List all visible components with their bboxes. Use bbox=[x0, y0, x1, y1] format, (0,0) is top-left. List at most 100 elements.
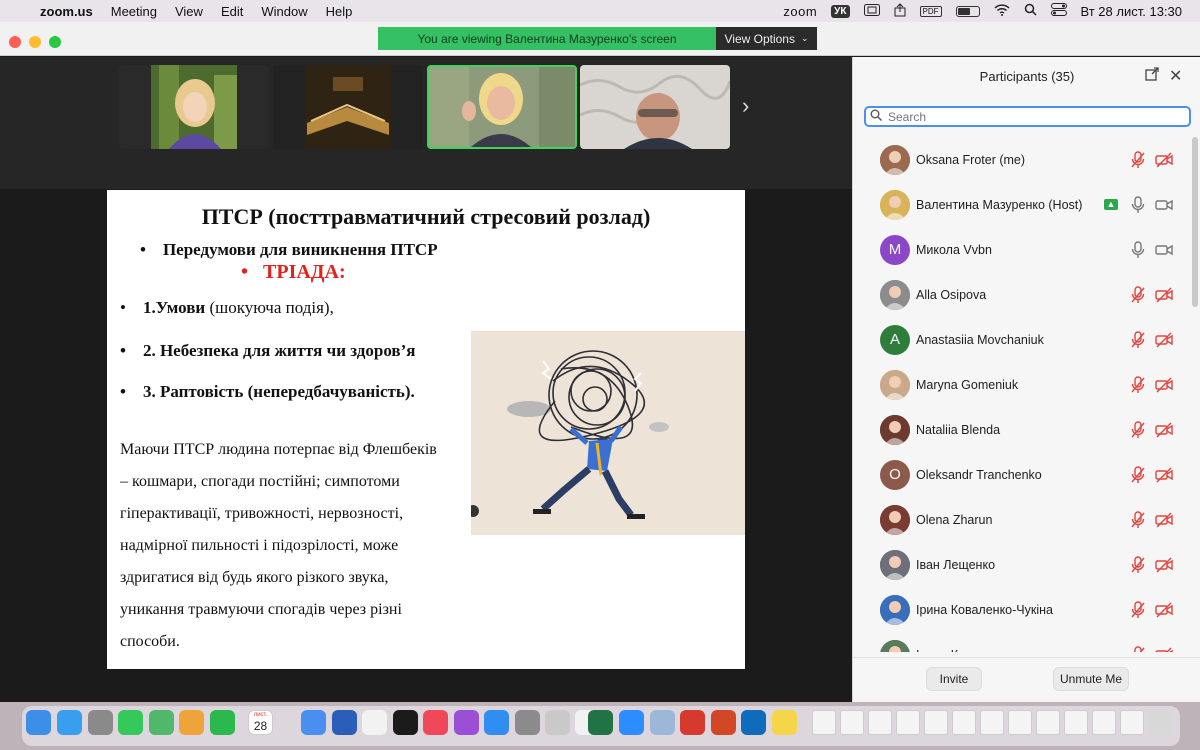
participant-row[interactable]: Валентина Мазуренко (Host) ▲ bbox=[853, 182, 1191, 227]
video-off-icon[interactable] bbox=[1155, 512, 1173, 528]
participant-row[interactable]: Nataliia Blenda bbox=[853, 407, 1191, 452]
minimized-window-thumbnail[interactable] bbox=[1120, 710, 1144, 735]
control-center-icon[interactable] bbox=[1050, 3, 1067, 19]
minimized-window-thumbnail[interactable] bbox=[924, 710, 948, 735]
participant-row[interactable]: Oksana Froter (me) bbox=[853, 137, 1191, 182]
minimized-window-thumbnail[interactable] bbox=[1092, 710, 1116, 735]
spotlight-search-icon[interactable] bbox=[1024, 3, 1037, 19]
video-off-icon[interactable] bbox=[1155, 467, 1173, 483]
close-window-button[interactable] bbox=[9, 36, 21, 48]
microphone-icon[interactable] bbox=[1130, 240, 1146, 259]
microphone-muted-icon[interactable] bbox=[1130, 330, 1146, 349]
video-off-icon[interactable] bbox=[1155, 422, 1173, 438]
screen-sharing-icon[interactable] bbox=[545, 710, 570, 735]
participant-list-scrollbar[interactable] bbox=[1192, 137, 1198, 307]
mail-icon[interactable] bbox=[301, 710, 326, 735]
close-icon[interactable]: ✕ bbox=[1169, 66, 1182, 86]
microphone-muted-icon[interactable] bbox=[1130, 285, 1146, 304]
participant-row[interactable]: Olena Zharun bbox=[853, 497, 1191, 542]
launchpad-icon[interactable] bbox=[88, 710, 113, 735]
menu-help[interactable]: Help bbox=[326, 4, 353, 19]
minimized-window-thumbnail[interactable] bbox=[1064, 710, 1088, 735]
menu-meeting[interactable]: Meeting bbox=[111, 4, 157, 19]
microphone-muted-icon[interactable] bbox=[1130, 510, 1146, 529]
notes-icon[interactable] bbox=[772, 710, 797, 735]
microphone-icon[interactable] bbox=[1130, 195, 1146, 214]
export-icon[interactable] bbox=[894, 2, 906, 20]
minimized-window-thumbnail[interactable] bbox=[980, 710, 1004, 735]
popout-icon[interactable] bbox=[1145, 67, 1159, 84]
messages-icon[interactable] bbox=[118, 710, 143, 735]
apple-tv-icon[interactable] bbox=[393, 710, 418, 735]
safari-icon[interactable] bbox=[57, 710, 82, 735]
minimized-window-thumbnail[interactable] bbox=[1036, 710, 1060, 735]
next-page-chevron-icon[interactable]: › bbox=[742, 93, 749, 119]
active-speaker-thumbnail[interactable] bbox=[427, 65, 577, 149]
menu-view[interactable]: View bbox=[175, 4, 203, 19]
video-icon[interactable] bbox=[1155, 197, 1173, 213]
participant-row[interactable]: Ірина Коваленко bbox=[853, 632, 1191, 652]
photos-icon[interactable] bbox=[179, 710, 204, 735]
app-store-icon[interactable] bbox=[484, 710, 509, 735]
participant-row[interactable]: A Anastasiia Movchaniuk bbox=[853, 317, 1191, 362]
word-icon[interactable] bbox=[332, 710, 357, 735]
powerpoint-icon[interactable] bbox=[711, 710, 736, 735]
video-off-icon[interactable] bbox=[1155, 287, 1173, 303]
finder-icon[interactable] bbox=[26, 710, 51, 735]
podcasts-icon[interactable] bbox=[454, 710, 479, 735]
microphone-muted-icon[interactable] bbox=[1130, 645, 1146, 652]
video-thumbnail[interactable] bbox=[119, 65, 269, 149]
video-off-icon[interactable] bbox=[1155, 332, 1173, 348]
video-off-icon[interactable] bbox=[1155, 152, 1173, 168]
participant-row[interactable]: Ірина Коваленко-Чукіна bbox=[853, 587, 1191, 632]
zoom-status-item[interactable]: zoom bbox=[783, 4, 817, 19]
minimized-window-thumbnail[interactable] bbox=[840, 710, 864, 735]
participant-row[interactable]: O Oleksandr Tranchenko bbox=[853, 452, 1191, 497]
participant-row[interactable]: Alla Osipova bbox=[853, 272, 1191, 317]
video-off-icon[interactable] bbox=[1155, 377, 1173, 393]
view-options-button[interactable]: View Options ⌄ bbox=[716, 27, 817, 50]
participant-row[interactable]: Maryna Gomeniuk bbox=[853, 362, 1191, 407]
unmute-me-button[interactable]: Unmute Me bbox=[1053, 667, 1129, 691]
video-off-icon[interactable] bbox=[1155, 602, 1173, 618]
preview-icon[interactable] bbox=[650, 710, 675, 735]
system-settings-icon[interactable] bbox=[515, 710, 540, 735]
minimized-window-thumbnail[interactable] bbox=[868, 710, 892, 735]
fullscreen-window-button[interactable] bbox=[49, 36, 61, 48]
excel-icon[interactable] bbox=[588, 710, 613, 735]
participant-search-box[interactable] bbox=[864, 106, 1191, 127]
wifi-icon[interactable] bbox=[993, 3, 1010, 19]
input-language-indicator[interactable]: УК bbox=[831, 4, 850, 18]
window-icon[interactable] bbox=[863, 3, 880, 19]
pdf-icon[interactable]: PDF bbox=[919, 5, 942, 17]
zoom-icon[interactable] bbox=[619, 710, 644, 735]
maps-icon[interactable] bbox=[149, 710, 174, 735]
minimized-window-thumbnail[interactable] bbox=[812, 710, 836, 735]
video-icon[interactable] bbox=[1155, 242, 1173, 258]
facetime-icon[interactable] bbox=[210, 710, 235, 735]
outlook-icon[interactable] bbox=[741, 710, 766, 735]
microphone-muted-icon[interactable] bbox=[1130, 420, 1146, 439]
minimized-window-thumbnail[interactable] bbox=[1008, 710, 1032, 735]
video-off-icon[interactable] bbox=[1155, 557, 1173, 573]
participant-row[interactable]: Іван Лещенко bbox=[853, 542, 1191, 587]
microphone-muted-icon[interactable] bbox=[1130, 465, 1146, 484]
battery-icon[interactable] bbox=[955, 5, 980, 17]
calendar-icon[interactable]: лист. 28 bbox=[248, 710, 273, 735]
participant-row[interactable]: M Микола Vvbn bbox=[853, 227, 1191, 272]
search-input[interactable] bbox=[888, 109, 1168, 124]
reminders-icon[interactable] bbox=[362, 710, 387, 735]
microphone-muted-icon[interactable] bbox=[1130, 150, 1146, 169]
video-off-icon[interactable] bbox=[1155, 647, 1173, 652]
menu-edit[interactable]: Edit bbox=[221, 4, 243, 19]
trash-icon[interactable] bbox=[1148, 710, 1173, 735]
clock[interactable]: Вт 28 лист. 13:30 bbox=[1081, 4, 1183, 19]
video-thumbnail[interactable] bbox=[273, 65, 423, 149]
menu-app-name[interactable]: zoom.us bbox=[40, 4, 93, 19]
music-icon[interactable] bbox=[423, 710, 448, 735]
microphone-muted-icon[interactable] bbox=[1130, 600, 1146, 619]
minimized-window-thumbnail[interactable] bbox=[952, 710, 976, 735]
invite-button[interactable]: Invite bbox=[926, 667, 982, 691]
microphone-muted-icon[interactable] bbox=[1130, 375, 1146, 394]
minimized-window-thumbnail[interactable] bbox=[896, 710, 920, 735]
